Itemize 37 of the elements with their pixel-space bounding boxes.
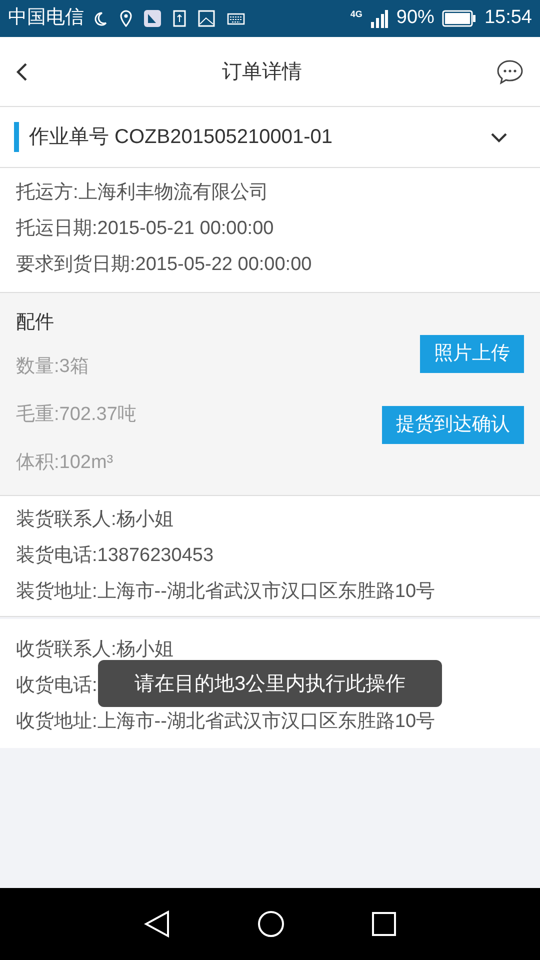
battery-percent-text: 90% <box>396 6 434 30</box>
action-button[interactable]: 提货到达确认 <box>382 406 524 444</box>
battery-icon <box>442 10 476 27</box>
upload-icon <box>173 10 186 27</box>
network-text: 4G <box>350 10 362 20</box>
info-text: 托运日期:2015-05-21 00:00:00 <box>16 217 274 241</box>
info-text: 毛重:702.37吨 <box>16 403 136 427</box>
image-icon <box>198 10 215 27</box>
action-button[interactable]: 照片上传 <box>420 335 524 373</box>
location-icon <box>120 10 132 27</box>
info-text: 托运方:上海利丰物流有限公司 <box>16 181 268 205</box>
info-text: 数量:3箱 <box>16 355 89 379</box>
toast-message: 请在目的地3公里内执行此操作 <box>98 660 442 707</box>
back-triangle-icon[interactable] <box>144 910 170 938</box>
info-text: 装货电话:13876230453 <box>16 544 214 568</box>
moon-icon <box>92 10 108 26</box>
info-text: 收货地址:上海市--湖北省武汉市汉口区东胜路10号 <box>16 710 436 734</box>
chevron-icon <box>490 132 508 142</box>
app-icon <box>144 10 161 27</box>
keyboard-icon <box>227 12 245 24</box>
info-text: 要求到货日期:2015-05-22 00:00:00 <box>16 253 312 277</box>
home-circle-icon[interactable] <box>256 910 285 938</box>
time-text: 15:54 <box>484 6 532 30</box>
info-text: 装货地址:上海市--湖北省武汉市汉口区东胜路10号 <box>16 580 436 604</box>
order-number-row[interactable]: 作业单号 COZB201505210001-01 <box>0 107 540 168</box>
recents-square-icon[interactable] <box>372 912 396 936</box>
info-text: 装货联系人:杨小姐 <box>16 508 174 532</box>
carrier-text: 中国电信 <box>8 6 84 30</box>
section-title: 配件 <box>16 311 55 335</box>
info-text: 收货电话: <box>16 674 98 698</box>
accent-bar <box>14 122 19 152</box>
signal-icon <box>370 10 388 28</box>
page-title: 订单详情 <box>222 60 302 84</box>
info-text: 收货联系人:杨小姐 <box>16 638 174 662</box>
message-icon[interactable] <box>496 58 524 84</box>
info-text: 体积:102m³ <box>16 451 114 475</box>
back-icon[interactable] <box>16 62 28 82</box>
